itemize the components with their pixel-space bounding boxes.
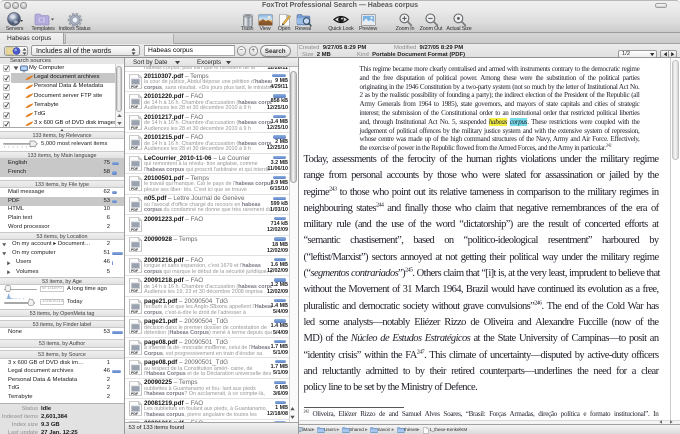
svg-text:PDF: PDF: [131, 248, 139, 252]
svg-text:PDF: PDF: [131, 126, 139, 130]
svg-text:PDF: PDF: [131, 228, 139, 232]
svg-text:PDF: PDF: [131, 310, 139, 314]
svg-text:PDF: PDF: [131, 167, 139, 171]
svg-text:PDF: PDF: [131, 146, 139, 150]
svg-text:PDF: PDF: [131, 105, 139, 109]
svg-text:PDF: PDF: [131, 289, 139, 293]
svg-text:PDF: PDF: [131, 351, 139, 355]
svg-text:PDF: PDF: [131, 412, 139, 416]
svg-text:PDF: PDF: [131, 85, 139, 89]
svg-text:PDF: PDF: [131, 269, 139, 273]
svg-text:PDF: PDF: [131, 392, 139, 396]
svg-text:PDF: PDF: [131, 371, 139, 375]
svg-text:PDF: PDF: [131, 208, 139, 212]
svg-text:PDF: PDF: [131, 187, 139, 191]
svg-text:PDF: PDF: [131, 330, 139, 334]
